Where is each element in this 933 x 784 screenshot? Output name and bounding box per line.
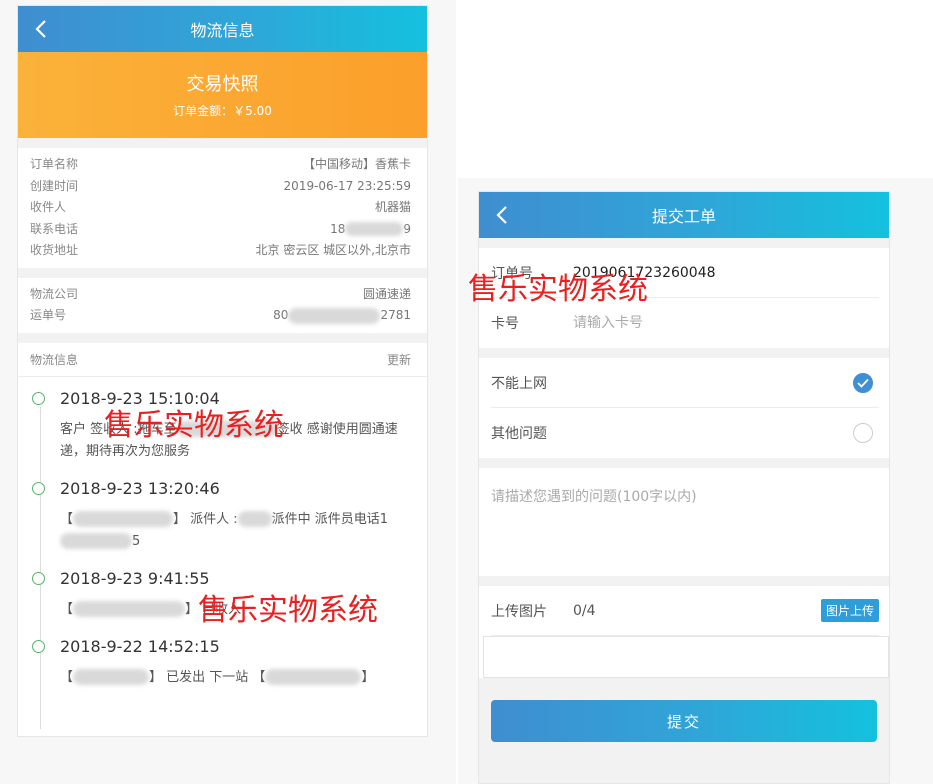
tracking-number-label: 运单号 [30, 308, 67, 322]
watermark-text: 售乐实物系统 [468, 272, 648, 307]
logistics-screen: 物流信息 交易快照 订单金额：￥5.00 订单名称 【中国移动】香蕉卡 创建时间… [0, 0, 456, 784]
entry-desc-b: 】 派件人 : [173, 511, 238, 527]
entry-desc: 【 】 派件人 : 派件中 派件员电话1 5 [60, 509, 413, 553]
issue-option-other[interactable]: 其他问题 [491, 408, 879, 458]
order-name-label: 订单名称 [30, 157, 79, 171]
recipient-row: 收件人 机器猫 [30, 197, 411, 219]
upload-block: 上传图片 0/4 图片上传 [479, 586, 889, 678]
tracking-suffix: 2781 [380, 308, 411, 322]
upload-image-button[interactable]: 图片上传 [820, 599, 879, 622]
order-name-value: 【中国移动】香蕉卡 [302, 157, 411, 171]
submit-button[interactable]: 提交 [491, 700, 877, 742]
issue-option-label: 其他问题 [491, 426, 547, 442]
upload-row: 上传图片 0/4 图片上传 [491, 586, 879, 636]
timeline-dot [32, 639, 45, 653]
redacted-blur [288, 307, 381, 324]
trade-snapshot-banner: 交易快照 订单金额：￥5.00 [18, 52, 427, 138]
created-time-label: 创建时间 [30, 178, 79, 193]
card-number-input[interactable] [573, 315, 823, 331]
phone-suffix: 9 [403, 221, 411, 236]
tracking-number-value: 80 2781 [273, 305, 411, 327]
redacted-blur [73, 601, 186, 617]
shipping-info-card: 物流公司 圆通速递 运单号 80 2781 [18, 277, 427, 333]
radio-unchecked-icon[interactable] [853, 423, 873, 443]
order-info-card: 订单名称 【中国移动】香蕉卡 创建时间 2019-06-17 23:25:59 … [18, 148, 427, 268]
phone-prefix: 18 [330, 221, 346, 236]
redacted-blur [60, 533, 132, 549]
entry-desc-a: 【 [60, 601, 74, 617]
courier-row: 物流公司 圆通速递 [30, 284, 411, 306]
recipient-label: 收件人 [30, 200, 67, 214]
tracking-number-row: 运单号 80 2781 [30, 305, 411, 327]
card-number-label: 卡号 [491, 316, 519, 332]
watermark-text: 售乐实物系统 [198, 593, 378, 628]
page-title: 提交工单 [651, 207, 716, 226]
ticket-header: 提交工单 [479, 192, 889, 238]
phone-row: 联系电话 18 9 [30, 219, 411, 241]
entry-time: 2018-9-22 14:52:15 [60, 636, 220, 656]
redacted-blur [73, 669, 150, 685]
entry-desc-b: 】 已发出 下一站 【 [149, 669, 266, 685]
page-title: 物流信息 [190, 21, 255, 40]
issue-description-input[interactable] [479, 468, 889, 576]
entry-desc-a: 【 [60, 669, 74, 685]
entry-time: 2018-9-23 13:20:46 [60, 478, 220, 498]
snapshot-title: 交易快照 [186, 74, 259, 95]
phone-value: 18 9 [330, 219, 411, 241]
issue-option-no-network[interactable]: 不能上网 [491, 358, 879, 408]
entry-desc: 【 】 已发出 下一站 【 】 [60, 667, 413, 689]
refresh-link[interactable]: 更新 [387, 351, 411, 368]
back-arrow-icon[interactable] [32, 18, 52, 40]
tracking-log-title: 物流信息 [30, 352, 79, 367]
address-label: 收货地址 [30, 243, 79, 257]
timeline-dot [32, 391, 45, 405]
radio-checked-icon[interactable] [853, 372, 873, 393]
phone-label: 联系电话 [30, 221, 79, 236]
description-block [479, 468, 889, 576]
issue-type-options: 不能上网 其他问题 [479, 358, 889, 458]
order-amount: 订单金额：￥5.00 [173, 104, 272, 118]
back-arrow-icon[interactable] [493, 204, 513, 226]
upload-preview-area[interactable] [483, 636, 889, 678]
redacted-blur [237, 511, 272, 527]
tracking-log-header: 物流信息 更新 [18, 343, 427, 377]
courier-label: 物流公司 [30, 286, 79, 301]
redacted-blur [265, 669, 362, 685]
recipient-value: 机器猫 [374, 200, 411, 214]
upload-label: 上传图片 [491, 603, 547, 620]
entry-desc-a: 【 [60, 511, 74, 527]
entry-desc-d: 5 [132, 533, 141, 549]
courier-value: 圆通速递 [362, 286, 411, 301]
timeline-dot [32, 571, 45, 585]
address-value: 北京 密云区 城区以外,北京市 [255, 243, 411, 257]
tracking-prefix: 80 [273, 308, 289, 322]
timeline-line [40, 406, 41, 729]
order-name-row: 订单名称 【中国移动】香蕉卡 [30, 154, 411, 176]
entry-desc-c: 】 [361, 669, 375, 685]
entry-desc-c: 派件中 派件员电话1 [271, 511, 389, 527]
redacted-blur [345, 222, 404, 236]
address-row: 收货地址 北京 密云区 城区以外,北京市 [30, 240, 411, 262]
upload-count: 0/4 [573, 602, 596, 619]
timeline-dot [32, 481, 45, 495]
watermark-text: 售乐实物系统 [104, 408, 284, 443]
created-time-row: 创建时间 2019-06-17 23:25:59 [30, 176, 411, 198]
issue-option-label: 不能上网 [491, 375, 547, 392]
logistics-header: 物流信息 [18, 6, 427, 52]
redacted-blur [73, 511, 174, 527]
created-time-value: 2019-06-17 23:25:59 [283, 178, 411, 193]
timeline-entry: 2018-9-22 14:52:15 【 】 已发出 下一站 【 】 [32, 636, 413, 689]
timeline-entry: 2018-9-23 13:20:46 【 】 派件人 : 派件中 派件员电话1 5 [32, 478, 413, 553]
